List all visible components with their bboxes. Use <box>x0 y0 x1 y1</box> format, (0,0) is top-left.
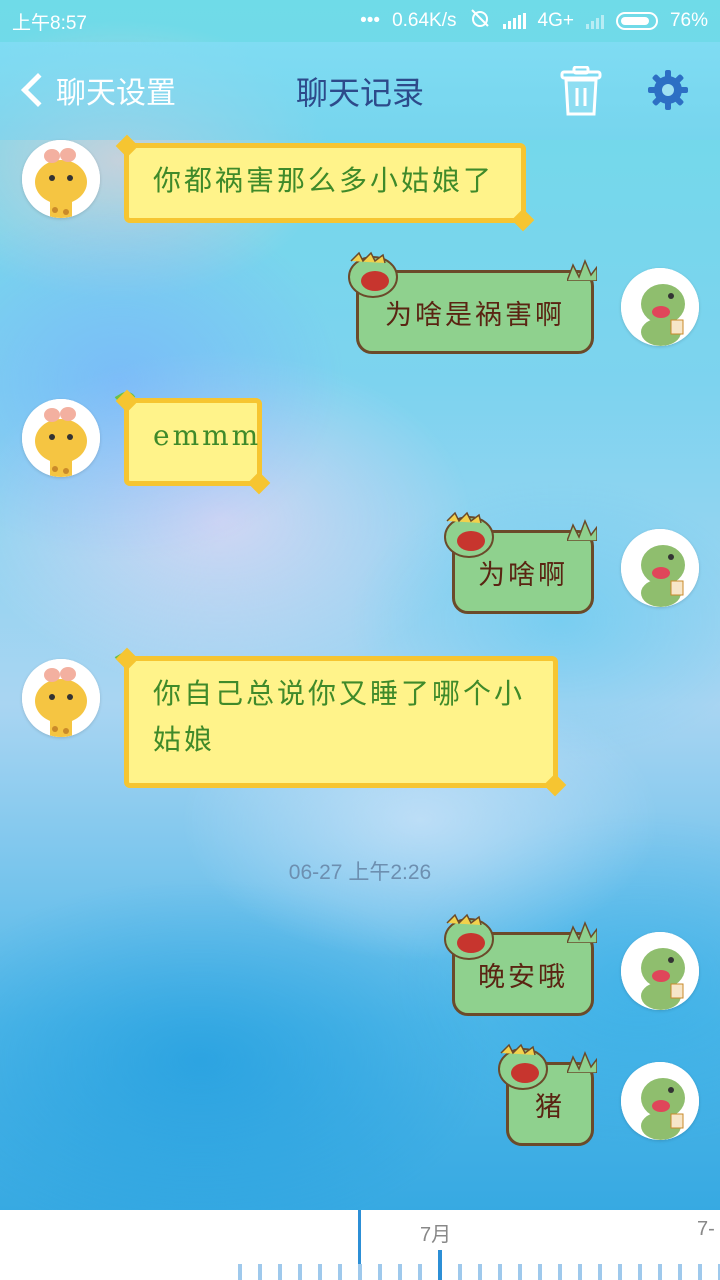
timeline-tick <box>278 1264 282 1280</box>
delete-button[interactable] <box>558 65 604 118</box>
timeline-tick <box>538 1264 542 1280</box>
timeline-tick <box>298 1264 302 1280</box>
page-title: 聊天记录 <box>295 74 424 112</box>
timeline-tick <box>658 1264 662 1280</box>
timeline-tick <box>378 1264 382 1280</box>
status-icons: ••• 0.64K/s 4G+ 76% <box>360 7 708 35</box>
my-avatar[interactable] <box>621 932 699 1010</box>
timeline-tick <box>318 1264 322 1280</box>
more-dots-icon: ••• <box>360 10 381 31</box>
timeline-tick <box>518 1264 522 1280</box>
gear-icon <box>648 70 688 110</box>
message-bubble-right[interactable]: 为啥是祸害啊 <box>348 251 597 354</box>
battery-icon <box>615 12 658 30</box>
timeline-tick <box>458 1264 462 1280</box>
message-text: 你都祸害那么多小姑娘了 <box>153 164 495 197</box>
spikes-decoration-icon <box>567 518 597 541</box>
signal-icon <box>502 13 526 29</box>
spikes-decoration-icon <box>567 1050 597 1073</box>
timeline-tick <box>498 1264 502 1280</box>
dino-decoration-icon <box>444 511 494 558</box>
timeline-tick <box>358 1264 362 1280</box>
timeline-tick <box>578 1264 582 1280</box>
giraffe-avatar-icon <box>22 399 100 477</box>
contact-avatar[interactable] <box>22 399 100 477</box>
date-timeline-scrubber[interactable]: 7月 7- <box>0 1210 720 1280</box>
dinosaur-avatar-icon <box>621 529 699 607</box>
timeline-tick <box>478 1264 482 1280</box>
message-text: emmm <box>153 419 262 452</box>
timeline-tick <box>238 1264 242 1280</box>
nav-bar: 聊天设置 聊天记录 <box>0 42 720 140</box>
spikes-decoration-icon <box>567 258 597 281</box>
dinosaur-avatar-icon <box>621 1062 699 1140</box>
status-time: 上午8:57 <box>12 12 87 34</box>
timeline-tick <box>338 1264 342 1280</box>
timeline-month-label: 7月 <box>420 1224 452 1246</box>
giraffe-avatar-icon <box>22 140 100 218</box>
dinosaur-avatar-icon <box>621 932 699 1010</box>
signal-2-icon <box>585 13 604 29</box>
message-bubble-left[interactable]: 你自己总说你又睡了哪个小姑娘 <box>124 656 558 788</box>
timeline-tick <box>618 1264 622 1280</box>
timeline-tick <box>438 1250 442 1280</box>
my-avatar[interactable] <box>621 529 699 607</box>
timeline-tick <box>258 1264 262 1280</box>
timeline-tick <box>678 1264 682 1280</box>
message-bubble-right[interactable]: 为啥啊 <box>444 511 597 614</box>
timeline-tick <box>418 1264 422 1280</box>
message-text: 为啥是祸害啊 <box>385 299 565 331</box>
network-type: 4G+ <box>537 10 574 31</box>
settings-button[interactable] <box>646 68 690 112</box>
my-avatar[interactable] <box>621 1062 699 1140</box>
message-bubble-left[interactable]: emmm <box>124 398 262 486</box>
alarm-off-icon <box>469 7 491 35</box>
trash-icon <box>560 65 602 116</box>
message-bubble-right[interactable]: 晚安哦 <box>444 913 597 1016</box>
timeline-next-label: 7- <box>697 1218 715 1240</box>
contact-avatar[interactable] <box>22 659 100 737</box>
my-avatar[interactable] <box>621 268 699 346</box>
message-bubble-left[interactable]: 你都祸害那么多小姑娘了 <box>124 143 526 223</box>
network-speed: 0.64K/s <box>392 10 457 31</box>
status-bar: 上午8:57 ••• 0.64K/s 4G+ 76% <box>0 0 720 42</box>
giraffe-avatar-icon <box>22 659 100 737</box>
timeline-tick <box>398 1264 402 1280</box>
dinosaur-avatar-icon <box>621 268 699 346</box>
message-bubble-right[interactable]: 猪 <box>498 1043 597 1146</box>
timestamp: 06-27 上午2:26 <box>288 861 432 884</box>
timeline-tick <box>638 1264 642 1280</box>
timeline-tick <box>598 1264 602 1280</box>
dino-decoration-icon <box>348 251 398 298</box>
contact-avatar[interactable] <box>22 140 100 218</box>
timeline-tick <box>698 1264 702 1280</box>
message-text: 你自己总说你又睡了哪个小姑娘 <box>153 677 526 756</box>
spikes-decoration-icon <box>567 920 597 943</box>
battery-level: 76% <box>669 10 708 31</box>
dino-decoration-icon <box>444 913 494 960</box>
timeline-tick <box>558 1264 562 1280</box>
dino-decoration-icon <box>498 1043 548 1090</box>
